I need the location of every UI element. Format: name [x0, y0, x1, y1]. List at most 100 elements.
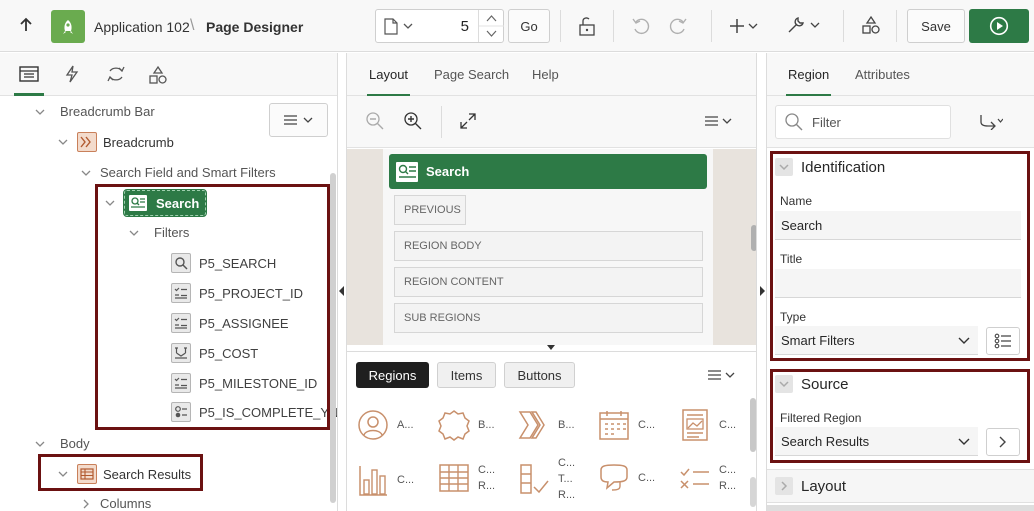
classic-report-icon: [439, 464, 469, 492]
gallery-item-chart[interactable]: C...: [357, 462, 414, 498]
tab-region[interactable]: Region: [785, 67, 832, 97]
collapse-right-icon[interactable]: [758, 285, 766, 297]
gallery-item-comments[interactable]: C...: [598, 462, 655, 494]
center-pane: Layout Page Search Help Search PREVIOUS …: [346, 53, 757, 511]
expand-icon[interactable]: [460, 113, 476, 129]
app-name-link[interactable]: Application 102: [94, 19, 190, 35]
tree-label: Search Field and Smart Filters: [100, 165, 276, 180]
canvas-scrollbar[interactable]: [751, 225, 756, 251]
section-layout-header[interactable]: Layout: [775, 477, 846, 495]
gallery-item-content-row[interactable]: C... R...: [679, 462, 736, 494]
go-to-group-icon[interactable]: [979, 114, 1003, 130]
checklist-icon: [520, 464, 549, 494]
comments-icon: [600, 464, 628, 491]
gallery-item-avatar[interactable]: A...: [357, 409, 414, 441]
annotation-box: [770, 151, 1030, 361]
section-title: Layout: [801, 477, 847, 495]
gallery-item-classic-report[interactable]: C... R...: [438, 462, 495, 494]
collapse-left-icon[interactable]: [338, 285, 346, 297]
top-toolbar: Application 102 \ Page Designer 5 Go Sav…: [0, 0, 1034, 52]
shared-components-tab-icon[interactable]: [148, 65, 168, 85]
layout-toolbar: [347, 96, 756, 148]
left-pane: Breadcrumb Bar Breadcrumb Search Field a…: [0, 53, 338, 511]
tree-columns[interactable]: Columns: [80, 496, 151, 511]
tab-layout[interactable]: Layout: [366, 67, 411, 97]
gallery-tab-buttons[interactable]: Buttons: [504, 362, 575, 388]
redo-icon[interactable]: [668, 16, 688, 36]
app-icon[interactable]: [51, 10, 85, 43]
center-tabs: Layout Page Search Help: [347, 53, 756, 97]
page-number-input[interactable]: 5: [461, 18, 469, 35]
layout-region-content-block[interactable]: REGION CONTENT: [394, 267, 703, 297]
annotation-box: [95, 184, 330, 430]
tree-body[interactable]: Body: [34, 436, 90, 451]
annotation-box: [38, 454, 203, 491]
chevron-down-icon[interactable]: [403, 23, 413, 30]
search-region-block[interactable]: Search: [389, 154, 707, 189]
tree-breadcrumb-bar[interactable]: Breadcrumb Bar: [34, 104, 155, 119]
tree-menu-button[interactable]: [269, 103, 328, 137]
region-title: Search: [426, 164, 470, 179]
page-title: Page Designer: [206, 19, 304, 35]
gallery-item-checklist[interactable]: C... T... R...: [518, 455, 575, 503]
chevron-down-icon: [35, 441, 45, 447]
chevron-right-icon[interactable]: [775, 477, 793, 495]
layout-sub-regions-block[interactable]: SUB REGIONS: [394, 303, 703, 333]
gallery-item-card[interactable]: C...: [679, 409, 736, 441]
avatar-icon: [358, 410, 388, 440]
undo-icon[interactable]: [631, 16, 651, 36]
save-button[interactable]: Save: [907, 9, 965, 43]
zoom-out-icon[interactable]: [365, 111, 385, 131]
breadcrumb-separator: \: [190, 17, 195, 34]
badge-icon: [438, 410, 470, 441]
tab-attributes[interactable]: Attributes: [855, 67, 910, 82]
layout-previous-block[interactable]: PREVIOUS: [394, 195, 466, 225]
chevron-down-icon: [35, 109, 45, 115]
shared-components-icon[interactable]: [861, 15, 881, 35]
gallery-item-badge[interactable]: B...: [438, 409, 495, 441]
create-menu-icon[interactable]: [729, 17, 761, 35]
chevron-down-icon: [81, 170, 91, 176]
tree-breadcrumb[interactable]: Breadcrumb: [57, 132, 174, 152]
gallery-scrollbar[interactable]: [750, 398, 756, 452]
tree-label: Body: [60, 436, 90, 451]
search-region-icon: [396, 161, 418, 182]
page-icon[interactable]: [384, 18, 398, 35]
content-row-icon: [680, 468, 709, 489]
utilities-wrench-icon[interactable]: [786, 15, 822, 35]
left-scrollbar[interactable]: [330, 173, 336, 503]
run-page-button[interactable]: [969, 9, 1029, 43]
gallery-item-calendar[interactable]: C...: [598, 409, 655, 441]
tree-search-field-position[interactable]: Search Field and Smart Filters: [80, 165, 276, 180]
tab-page-search[interactable]: Page Search: [434, 67, 509, 82]
gallery: Regions Items Buttons A... B... B... C..…: [347, 351, 756, 511]
layout-region-body-block[interactable]: REGION BODY: [394, 231, 703, 261]
dynamic-actions-icon[interactable]: [63, 65, 81, 83]
right-pane: Region Attributes Filter Identification …: [766, 53, 1034, 511]
chevron-right-icon: [83, 499, 89, 508]
hamburger-menu-icon[interactable]: [704, 115, 734, 129]
tab-help[interactable]: Help: [532, 67, 559, 82]
breadcrumb-icon: [518, 411, 545, 439]
annotation-box: [770, 369, 1030, 463]
chart-icon: [359, 466, 387, 496]
chevron-down-icon: [58, 139, 68, 145]
lock-icon[interactable]: [577, 16, 597, 36]
zoom-in-icon[interactable]: [403, 111, 423, 131]
breadcrumb-icon: [77, 132, 97, 152]
processing-icon[interactable]: [106, 65, 126, 83]
up-arrow-icon[interactable]: [18, 17, 34, 33]
filter-input[interactable]: Filter: [775, 105, 951, 139]
play-icon: [989, 16, 1009, 36]
page-selector[interactable]: 5: [375, 9, 504, 43]
search-icon: [785, 113, 803, 131]
gallery-item-breadcrumb[interactable]: B...: [518, 409, 575, 441]
filter-placeholder: Filter: [812, 114, 841, 130]
page-stepper[interactable]: [478, 10, 504, 42]
gallery-tab-regions[interactable]: Regions: [356, 362, 429, 388]
rendering-icon[interactable]: [19, 65, 39, 83]
tree-label: Columns: [100, 496, 152, 511]
gallery-tab-items[interactable]: Items: [437, 362, 496, 388]
gallery-menu-icon[interactable]: [707, 369, 737, 383]
go-button[interactable]: Go: [508, 9, 550, 43]
